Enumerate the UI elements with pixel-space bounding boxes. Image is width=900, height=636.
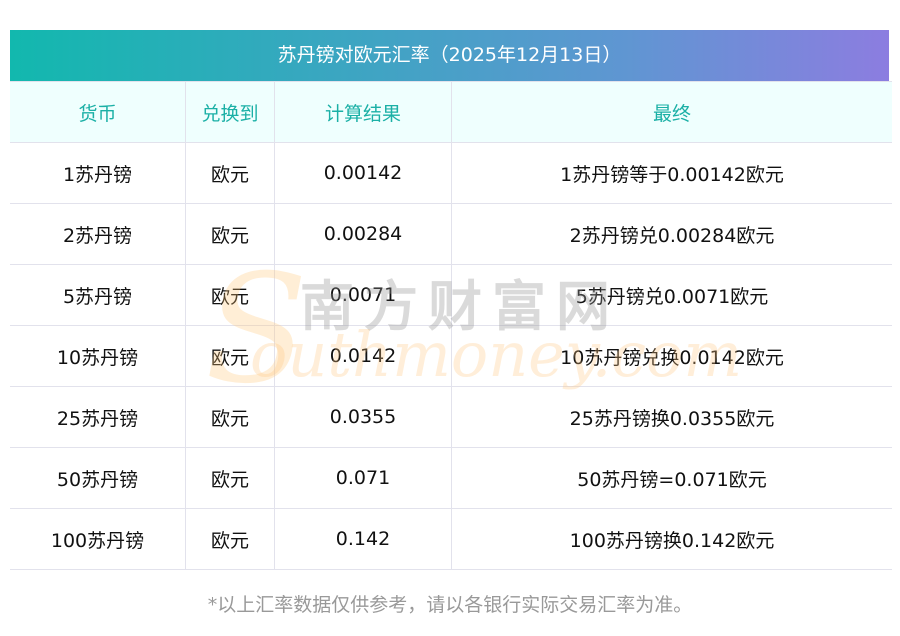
currency-cell: 2苏丹镑 — [10, 203, 186, 265]
result-cell: 0.0142 — [274, 325, 452, 387]
table-row: 100苏丹镑 欧元 0.142 100苏丹镑换0.142欧元 — [10, 508, 892, 570]
table-row: 5苏丹镑 欧元 0.0071 5苏丹镑兑0.0071欧元 — [10, 264, 892, 326]
currency-cell: 25苏丹镑 — [10, 386, 186, 448]
header-currency: 货币 — [10, 81, 186, 143]
table-row: 2苏丹镑 欧元 0.00284 2苏丹镑兑0.00284欧元 — [10, 203, 892, 265]
currency-cell: 100苏丹镑 — [10, 508, 186, 570]
table-row: 1苏丹镑 欧元 0.00142 1苏丹镑等于0.00142欧元 — [10, 142, 892, 204]
currency-cell: 10苏丹镑 — [10, 325, 186, 387]
table-row: 50苏丹镑 欧元 0.071 50苏丹镑=0.071欧元 — [10, 447, 892, 509]
header-row: 货币 兑换到 计算结果 最终 — [10, 81, 892, 143]
currency-cell: 1苏丹镑 — [10, 142, 186, 204]
final-cell: 2苏丹镑兑0.00284欧元 — [451, 203, 892, 265]
final-cell: 100苏丹镑换0.142欧元 — [451, 508, 892, 570]
final-cell: 1苏丹镑等于0.00142欧元 — [451, 142, 892, 204]
result-cell: 0.00142 — [274, 142, 452, 204]
header-result: 计算结果 — [274, 81, 452, 143]
table-row: 10苏丹镑 欧元 0.0142 10苏丹镑兑换0.0142欧元 — [10, 325, 892, 387]
currency-cell: 50苏丹镑 — [10, 447, 186, 509]
final-cell: 10苏丹镑兑换0.0142欧元 — [451, 325, 892, 387]
result-cell: 0.071 — [274, 447, 452, 509]
final-cell: 50苏丹镑=0.071欧元 — [451, 447, 892, 509]
convert-to-cell: 欧元 — [185, 142, 275, 204]
result-cell: 0.0355 — [274, 386, 452, 448]
convert-to-cell: 欧元 — [185, 386, 275, 448]
final-cell: 25苏丹镑换0.0355欧元 — [451, 386, 892, 448]
rate-table-card: 苏丹镑对欧元汇率（2025年12月13日） 货币 兑换到 计算结果 最终 1苏丹… — [10, 30, 892, 570]
result-cell: 0.0071 — [274, 264, 452, 326]
header-convert-to: 兑换到 — [185, 81, 275, 143]
currency-cell: 5苏丹镑 — [10, 264, 186, 326]
convert-to-cell: 欧元 — [185, 447, 275, 509]
header-final: 最终 — [451, 81, 892, 143]
disclaimer: *以上汇率数据仅供参考，请以各银行实际交易汇率为准。 — [207, 594, 693, 616]
convert-to-cell: 欧元 — [185, 508, 275, 570]
result-cell: 0.142 — [274, 508, 452, 570]
convert-to-cell: 欧元 — [185, 203, 275, 265]
table-title: 苏丹镑对欧元汇率（2025年12月13日） — [10, 30, 889, 81]
convert-to-cell: 欧元 — [185, 264, 275, 326]
table-row: 25苏丹镑 欧元 0.0355 25苏丹镑换0.0355欧元 — [10, 386, 892, 448]
rate-table: 货币 兑换到 计算结果 最终 1苏丹镑 欧元 0.00142 1苏丹镑等于0.0014… — [10, 81, 892, 570]
convert-to-cell: 欧元 — [185, 325, 275, 387]
result-cell: 0.00284 — [274, 203, 452, 265]
final-cell: 5苏丹镑兑0.0071欧元 — [451, 264, 892, 326]
